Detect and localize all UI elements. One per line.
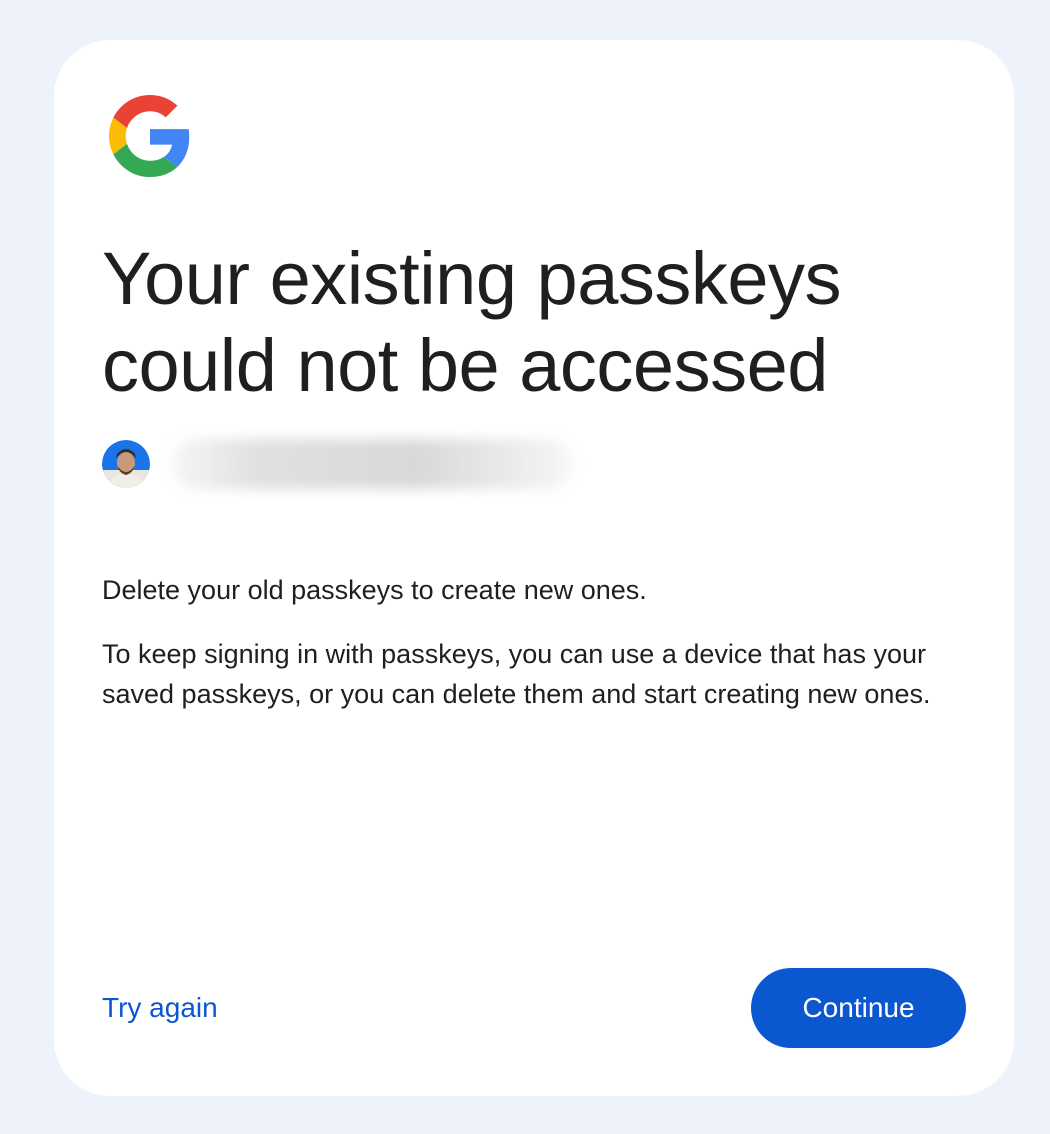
user-avatar-icon [102, 440, 150, 488]
dialog-title: Your existing passkeys could not be acce… [102, 237, 842, 407]
account-email-redacted [172, 439, 572, 489]
passkey-error-dialog: Your existing passkeys could not be acce… [54, 40, 1014, 1096]
dialog-message: Delete your old passkeys to create new o… [102, 570, 982, 714]
message-primary: Delete your old passkeys to create new o… [102, 575, 647, 605]
continue-button[interactable]: Continue [751, 968, 966, 1048]
google-logo-icon [109, 95, 190, 177]
try-again-link[interactable]: Try again [102, 988, 218, 1028]
message-secondary: To keep signing in with passkeys, you ca… [102, 639, 931, 709]
account-chip [102, 439, 572, 489]
